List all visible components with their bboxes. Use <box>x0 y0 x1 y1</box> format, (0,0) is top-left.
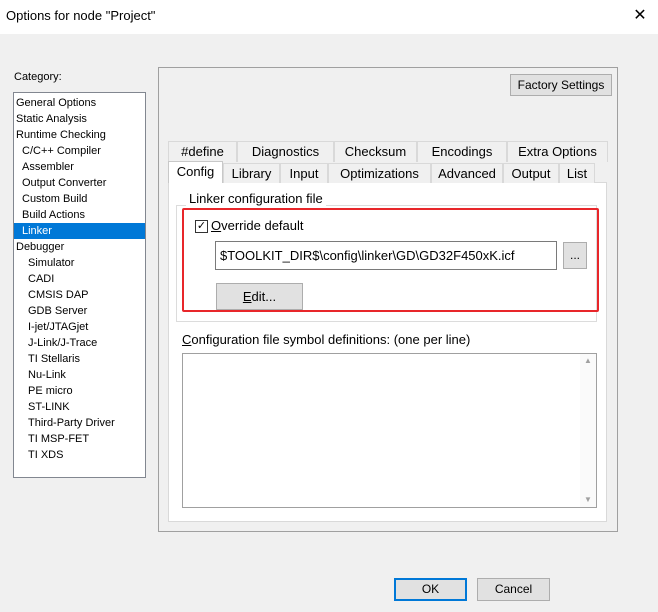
category-label: Category: <box>14 71 62 83</box>
tab-advanced[interactable]: Advanced <box>431 163 503 183</box>
category-item[interactable]: Custom Build <box>14 191 145 207</box>
override-default-checkbox[interactable]: ✓ <box>195 220 208 233</box>
category-item[interactable]: PE micro <box>14 383 145 399</box>
category-item[interactable]: J-Link/J-Trace <box>14 335 145 351</box>
vertical-scrollbar[interactable]: ▲ ▼ <box>580 354 596 507</box>
window-title: Options for node "Project" <box>6 8 156 23</box>
scroll-up-icon[interactable]: ▲ <box>580 356 596 365</box>
ok-button[interactable]: OK <box>394 578 467 601</box>
category-item[interactable]: Static Analysis <box>14 111 145 127</box>
browse-button[interactable]: ... <box>563 242 587 269</box>
category-item[interactable]: General Options <box>14 95 145 111</box>
tab-library[interactable]: Library <box>223 163 280 183</box>
cancel-button[interactable]: Cancel <box>477 578 550 601</box>
override-default-label[interactable]: Override default <box>211 218 304 233</box>
category-item[interactable]: Linker <box>14 223 145 239</box>
tab-define[interactable]: #define <box>168 141 237 162</box>
tab-config[interactable]: Config <box>168 161 223 183</box>
category-item[interactable]: CMSIS DAP <box>14 287 145 303</box>
category-item[interactable]: TI XDS <box>14 447 145 463</box>
category-item[interactable]: TI MSP-FET <box>14 431 145 447</box>
category-item[interactable]: ST-LINK <box>14 399 145 415</box>
tab-input[interactable]: Input <box>280 163 328 183</box>
tab-encodings[interactable]: Encodings <box>417 141 507 162</box>
linker-config-path-field[interactable]: $TOOLKIT_DIR$\config\linker\GD\GD32F450x… <box>215 241 557 270</box>
symbol-definitions-textarea[interactable]: ▲ ▼ <box>182 353 597 508</box>
category-item[interactable]: Output Converter <box>14 175 145 191</box>
factory-settings-button[interactable]: Factory Settings <box>510 74 612 96</box>
category-item[interactable]: Assembler <box>14 159 145 175</box>
category-item[interactable]: GDB Server <box>14 303 145 319</box>
symbol-definitions-label: Configuration file symbol definitions: (… <box>182 332 471 347</box>
scroll-down-icon[interactable]: ▼ <box>580 495 596 504</box>
category-item[interactable]: Nu-Link <box>14 367 145 383</box>
checkmark-icon: ✓ <box>196 220 207 232</box>
tab-optimizations[interactable]: Optimizations <box>328 163 431 183</box>
category-item[interactable]: Runtime Checking <box>14 127 145 143</box>
category-item[interactable]: Debugger <box>14 239 145 255</box>
tab-list[interactable]: List <box>559 163 595 183</box>
category-item[interactable]: TI Stellaris <box>14 351 145 367</box>
category-item[interactable]: Build Actions <box>14 207 145 223</box>
close-icon[interactable]: ✕ <box>628 4 652 28</box>
tab-extra-options[interactable]: Extra Options <box>507 141 608 162</box>
tab-checksum[interactable]: Checksum <box>334 141 417 162</box>
tab-diagnostics[interactable]: Diagnostics <box>237 141 334 162</box>
category-item[interactable]: Third-Party Driver <box>14 415 145 431</box>
category-item[interactable]: I-jet/JTAGjet <box>14 319 145 335</box>
category-item[interactable]: Simulator <box>14 255 145 271</box>
edit-button[interactable]: Edit... <box>216 283 303 310</box>
category-list[interactable]: General Options Static Analysis Runtime Ch… <box>13 92 146 478</box>
linker-config-group-label: Linker configuration file <box>186 191 326 206</box>
category-item[interactable]: CADI <box>14 271 145 287</box>
category-item[interactable]: C/C++ Compiler <box>14 143 145 159</box>
tab-output[interactable]: Output <box>503 163 559 183</box>
